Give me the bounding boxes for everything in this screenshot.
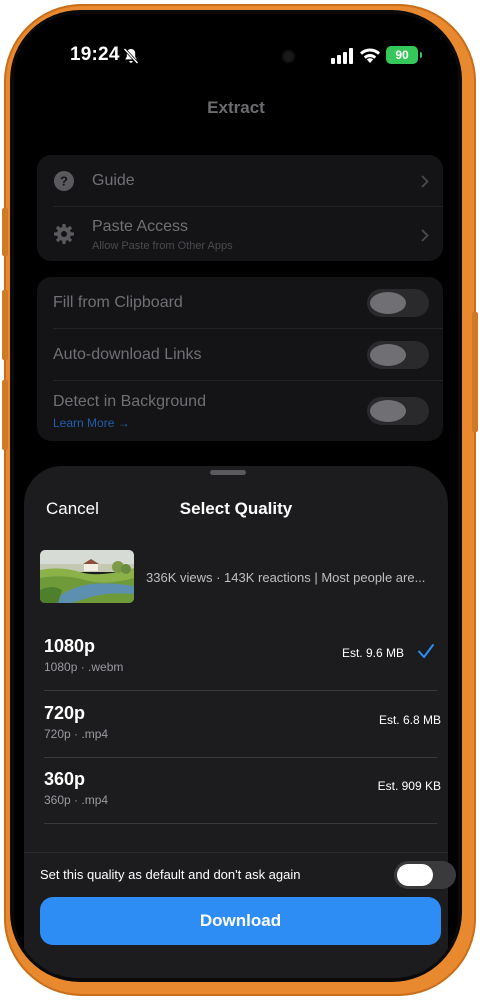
video-thumbnail[interactable] <box>40 550 134 603</box>
quality-format: 1080p · .webm <box>44 660 124 674</box>
battery-level: 90 <box>395 48 409 62</box>
settings-row-detect-background: Detect in Background Learn More → <box>37 381 443 441</box>
volume-down-button <box>2 380 8 450</box>
volume-up-button <box>2 290 8 360</box>
wifi-icon <box>360 48 380 63</box>
settings-row-paste-access[interactable]: Paste Access Allow Paste from Other Apps <box>37 207 443 261</box>
quality-option-360p[interactable]: 360p 360p · .mp4 Est. 909 KB <box>44 757 441 824</box>
checkmark-icon <box>418 644 434 658</box>
fill-clipboard-toggle[interactable] <box>367 289 429 317</box>
toggle-knob <box>370 292 406 314</box>
battery-indicator: 90 <box>386 46 422 64</box>
page-title: Extract <box>207 98 265 117</box>
settings-row-label: Auto-download Links <box>53 346 202 363</box>
svg-text:?: ? <box>60 174 68 189</box>
quality-name: 1080p <box>44 636 96 656</box>
settings-row-fill-clipboard: Fill from Clipboard <box>37 277 443 329</box>
settings-row-guide[interactable]: ? Guide <box>37 155 443 207</box>
cancel-button[interactable]: Cancel <box>46 499 99 519</box>
select-quality-sheet: Select Quality Cancel 336K views · 143K … <box>24 466 456 978</box>
quality-size: Est. 909 KB <box>377 779 441 793</box>
divider <box>44 823 437 824</box>
sheet-footer: Set this quality as default and don't as… <box>24 852 456 978</box>
settings-row-auto-download: Auto-download Links <box>37 329 443 381</box>
video-description: 336K views · 143K reactions | Most peopl… <box>146 570 426 585</box>
chevron-right-icon <box>421 175 429 188</box>
quality-name: 720p <box>44 703 86 723</box>
front-camera <box>284 52 293 61</box>
settings-row-subtitle: Allow Paste from Other Apps <box>92 240 233 252</box>
cellular-signal-icon <box>331 48 353 64</box>
detect-background-toggle[interactable] <box>367 397 429 425</box>
download-button[interactable]: Download <box>40 897 441 945</box>
sheet-grabber[interactable] <box>210 470 246 475</box>
action-button <box>2 208 8 256</box>
learn-more-link[interactable]: Learn More → <box>53 416 130 430</box>
settings-row-label: Detect in Background <box>53 393 206 410</box>
auto-download-toggle[interactable] <box>367 341 429 369</box>
quality-name: 360p <box>44 769 86 789</box>
gear-icon <box>54 224 74 244</box>
settings-group-info: ? Guide Paste Access Allow Paste from Ot… <box>37 155 443 261</box>
settings-row-label: Guide <box>92 172 135 189</box>
quality-size: Est. 6.8 MB <box>378 713 441 727</box>
bell-slash-icon <box>123 48 139 64</box>
quality-size: Est. 9.6 MB <box>341 646 404 660</box>
power-button <box>472 312 478 432</box>
toggle-knob <box>397 864 433 886</box>
quality-option-720p[interactable]: 720p 720p · .mp4 Est. 6.8 MB <box>44 691 441 758</box>
toggle-knob <box>370 344 406 366</box>
question-circle-icon: ? <box>54 171 74 191</box>
quality-option-1080p[interactable]: 1080p 1080p · .webm Est. 9.6 MB <box>44 624 437 691</box>
toggle-knob <box>370 400 406 422</box>
chevron-right-icon <box>421 229 429 242</box>
settings-row-label: Paste Access <box>92 218 189 235</box>
quality-format: 360p · .mp4 <box>44 793 109 807</box>
settings-group-toggles: Fill from Clipboard Auto-download Links … <box>37 277 443 441</box>
default-quality-toggle[interactable] <box>394 861 456 889</box>
status-time: 19:24 <box>70 44 120 65</box>
screen: 19:24 90 Extract ? Guide Paste Access Al… <box>14 14 458 978</box>
default-quality-label: Set this quality as default and don't as… <box>40 867 301 882</box>
settings-row-label: Fill from Clipboard <box>53 294 183 311</box>
quality-format: 720p · .mp4 <box>44 727 109 741</box>
